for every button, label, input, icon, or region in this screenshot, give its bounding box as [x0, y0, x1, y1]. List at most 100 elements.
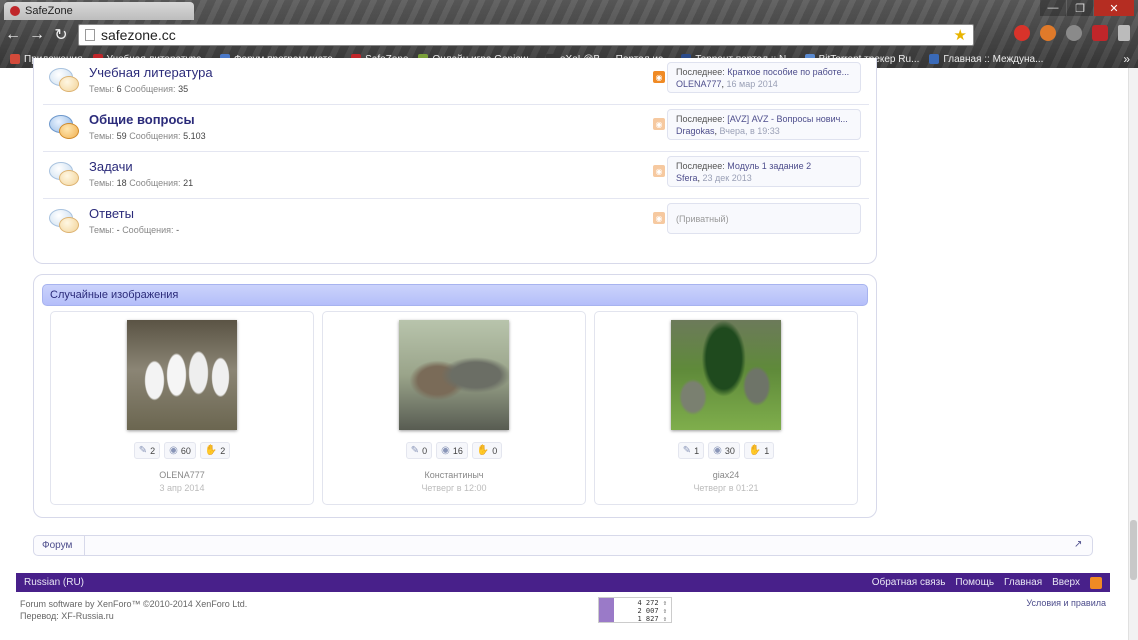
forum-title-link[interactable]: Учебная литература [89, 65, 213, 80]
extension-icons [1014, 25, 1130, 41]
bookmarks-overflow-button[interactable]: » [1123, 52, 1130, 66]
reload-icon[interactable]: ↻ [50, 24, 72, 46]
thumbs-up-icon: ✋ [748, 445, 762, 456]
likes-count: ✋ 1 [743, 442, 775, 459]
bookmark-star-icon[interactable]: ★ [954, 26, 967, 44]
minimize-icon[interactable]: — [1040, 0, 1066, 16]
eye-icon: ◉ [713, 445, 722, 456]
last-user-link[interactable]: OLENA777 [676, 79, 722, 89]
footer-link-top[interactable]: Вверх [1052, 573, 1080, 592]
scrollbar[interactable] [1128, 68, 1138, 640]
visit-counter-widget[interactable]: 4 272 ⇧ 2 007 ⇧ 1 827 ⇧ [598, 597, 672, 623]
last-thread-link[interactable]: Краткое пособие по работе... [727, 67, 849, 77]
forum-stats: Темы: 6 Сообщения: 35 [89, 84, 189, 94]
last-post-date: Вчера, в 19:33 [719, 126, 780, 136]
views-count: ◉ 16 [436, 442, 468, 459]
image-author-link[interactable]: OLENA777 [51, 470, 313, 480]
window-controls: — ❐ ✕ [1039, 0, 1134, 16]
comments-count: ✎ 1 [677, 442, 705, 459]
forum-node-list: Учебная литература Темы: 6 Сообщения: 35… [33, 58, 877, 264]
browser-toolbar: ← → ↻ safezone.cc ★ [0, 22, 1138, 48]
random-images-panel: Случайные изображения ✎ 2 ◉ 60 ✋ 2 OLENA777… [33, 274, 877, 518]
footer-link-home[interactable]: Главная [1004, 573, 1042, 592]
last-thread-link[interactable]: [AVZ] AVZ - Вопросы нович... [727, 114, 848, 124]
image-date: 3 апр 2014 [159, 483, 205, 493]
forum-stats: Темы: 18 Сообщения: 21 [89, 178, 194, 188]
apps-icon [10, 54, 20, 64]
copyright-text[interactable]: Forum software by XenForo™ ©2010-2014 Xe… [20, 598, 247, 610]
translation-text[interactable]: Перевод: XF-Russia.ru [20, 610, 247, 622]
forum-stats: Темы: 59 Сообщения: 5.103 [89, 131, 206, 141]
forum-node: Общие вопросы Темы: 59 Сообщения: 5.103 … [43, 105, 869, 152]
image-author-link[interactable]: Константиныч [323, 470, 585, 480]
views-count: ◉ 60 [164, 442, 196, 459]
comment-icon: ✎ [138, 445, 148, 456]
forum-node: Ответы Темы: - Сообщения: - ◉ (Приватный… [43, 199, 869, 246]
forum-node: Задачи Темы: 18 Сообщения: 21 ◉ Последне… [43, 152, 869, 199]
rss-icon[interactable]: ◉ [653, 118, 665, 130]
forum-title-link[interactable]: Общие вопросы [89, 112, 195, 127]
page-icon [85, 29, 95, 41]
last-user-link[interactable]: Dragokas [676, 126, 715, 136]
copyright: Forum software by XenForo™ ©2010-2014 Xe… [20, 598, 247, 622]
extension-pen-icon[interactable] [1066, 25, 1082, 41]
image-stats: ✎ 0 ◉ 16 ✋ 0 [323, 442, 585, 459]
menu-icon[interactable] [1118, 25, 1130, 41]
eye-icon: ◉ [441, 445, 450, 456]
thumbs-up-icon: ✋ [204, 445, 218, 456]
jump-to-icon[interactable]: ↗ [1074, 539, 1086, 551]
extension-record-icon[interactable] [1014, 25, 1030, 41]
forum-title-link[interactable]: Задачи [89, 159, 133, 174]
extension-fox-icon[interactable] [1040, 25, 1056, 41]
bookmark-item[interactable]: Главная :: Междуна... [929, 54, 1043, 65]
last-post-date: 23 дек 2013 [702, 173, 752, 183]
breadcrumb: Форум ↗ [33, 535, 1093, 556]
image-date: Четверг в 01:21 [693, 483, 759, 493]
adblock-icon[interactable] [1092, 25, 1108, 41]
scrollbar-thumb[interactable] [1130, 520, 1137, 580]
rss-icon[interactable]: ◉ [653, 212, 665, 224]
terms-link[interactable]: Условия и правила [1026, 598, 1106, 608]
rss-icon[interactable] [1090, 576, 1102, 589]
gallery-image[interactable] [671, 320, 781, 430]
site-favicon-icon [10, 6, 20, 16]
comments-count: ✎ 2 [133, 442, 161, 459]
rss-icon[interactable]: ◉ [653, 165, 665, 177]
footer-links: Обратная связь Помощь Главная Вверх [872, 573, 1102, 592]
last-user-link[interactable]: Sfera [676, 173, 698, 183]
last-post-box: Последнее: Модуль 1 задание 2 Sfera, 23 … [667, 156, 861, 187]
breadcrumb-home-link[interactable]: Форум [34, 536, 86, 555]
browser-tab[interactable]: SafeZone [4, 2, 194, 20]
image-author-link[interactable]: giax24 [595, 470, 857, 480]
forum-read-icon [49, 162, 79, 188]
rss-icon[interactable]: ◉ [653, 71, 665, 83]
comment-icon: ✎ [682, 445, 692, 456]
last-post-date: 16 мар 2014 [726, 79, 778, 89]
footer-link-contact[interactable]: Обратная связь [872, 573, 946, 592]
page-content: Учебная литература Темы: 6 Сообщения: 35… [0, 58, 1138, 640]
last-post-box: Последнее: Краткое пособие по работе... … [667, 62, 861, 93]
gallery-image[interactable] [127, 320, 237, 430]
forward-arrow-icon[interactable]: → [26, 24, 48, 46]
footer-link-help[interactable]: Помощь [955, 573, 994, 592]
address-bar[interactable]: safezone.cc ★ [78, 24, 974, 46]
forum-stats: Темы: - Сообщения: - [89, 225, 180, 235]
forum-read-icon [49, 209, 79, 235]
forum-read-icon [49, 68, 79, 94]
footer-bar: Russian (RU) Обратная связь Помощь Главн… [16, 573, 1110, 592]
tab-title: SafeZone [25, 5, 73, 17]
forum-unread-icon [49, 115, 79, 141]
image-stats: ✎ 1 ◉ 30 ✋ 1 [595, 442, 857, 459]
last-thread-link[interactable]: Модуль 1 задание 2 [727, 161, 811, 171]
image-card: ✎ 1 ◉ 30 ✋ 1 giax24 Четверг в 01:21 [594, 311, 858, 505]
language-chooser[interactable]: Russian (RU) [24, 573, 84, 592]
forum-node: Учебная литература Темы: 6 Сообщения: 35… [43, 58, 869, 105]
image-card: ✎ 2 ◉ 60 ✋ 2 OLENA777 3 апр 2014 [50, 311, 314, 505]
gallery-image[interactable] [399, 320, 509, 430]
forum-title-link[interactable]: Ответы [89, 206, 134, 221]
url-text: safezone.cc [101, 27, 176, 43]
back-arrow-icon[interactable]: ← [2, 24, 24, 46]
likes-count: ✋ 0 [471, 442, 503, 459]
maximize-icon[interactable]: ❐ [1067, 0, 1093, 16]
close-icon[interactable]: ✕ [1094, 0, 1134, 16]
